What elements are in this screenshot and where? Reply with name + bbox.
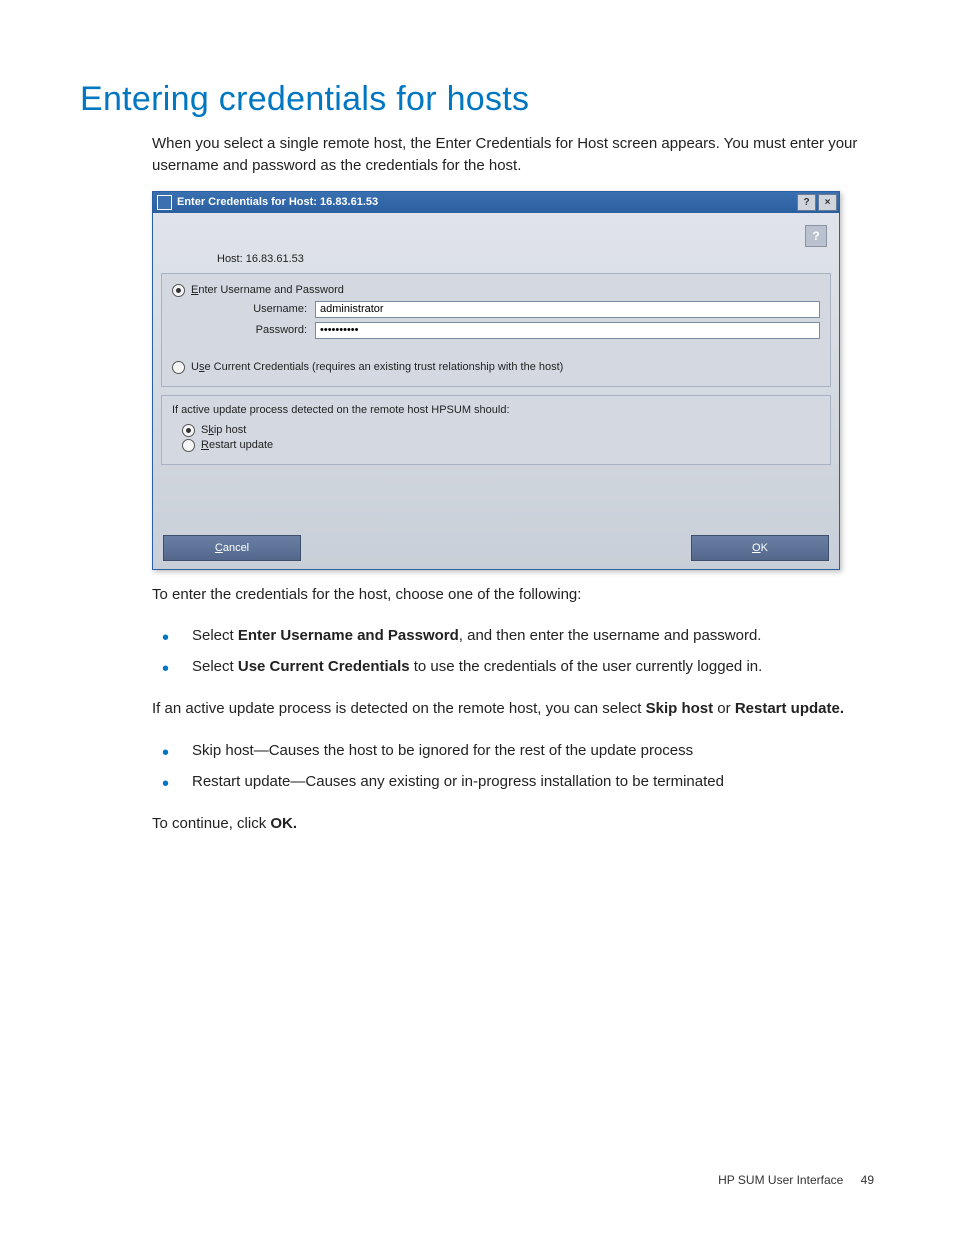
username-label: Username:	[212, 303, 315, 315]
radio-restart-label: Restart update	[201, 439, 273, 451]
active-update-panel: If active update process detected on the…	[161, 395, 831, 465]
intro-paragraph: When you select a single remote host, th…	[152, 133, 874, 177]
cancel-button[interactable]: Cancel	[163, 535, 301, 561]
host-value: 16.83.61.53	[246, 253, 304, 265]
radio-icon	[182, 424, 195, 437]
radio-use-current[interactable]: Use Current Credentials (requires an exi…	[172, 361, 820, 374]
radio-icon	[172, 361, 185, 374]
password-row: Password:	[212, 322, 820, 339]
app-icon	[157, 195, 172, 210]
active-update-note: If active update process detected on the…	[172, 404, 820, 416]
radio-skip-host[interactable]: Skip host	[182, 424, 820, 437]
radio-enter-credentials[interactable]: Enter Username and Password	[172, 284, 820, 297]
list-item: Skip host—Causes the host to be ignored …	[180, 736, 874, 767]
dialog-title: Enter Credentials for Host: 16.83.61.53	[177, 196, 795, 208]
host-label: Host:	[217, 253, 243, 265]
ok-button[interactable]: OK	[691, 535, 829, 561]
username-row: Username:	[212, 301, 820, 318]
page-number: 49	[861, 1173, 874, 1187]
dialog-screenshot: Enter Credentials for Host: 16.83.61.53 …	[152, 191, 874, 570]
footer-text: HP SUM User Interface	[718, 1173, 843, 1187]
dialog-titlebar: Enter Credentials for Host: 16.83.61.53 …	[153, 192, 839, 213]
radio-icon	[172, 284, 185, 297]
page-footer: HP SUM User Interface 49	[718, 1173, 874, 1187]
radio-icon	[182, 439, 195, 452]
radio-skip-label: Skip host	[201, 424, 246, 436]
password-input[interactable]	[315, 322, 820, 339]
radio-current-label: Use Current Credentials (requires an exi…	[191, 361, 563, 373]
password-label: Password:	[212, 324, 315, 336]
list-item: Select Enter Username and Password, and …	[180, 621, 874, 652]
titlebar-close-button[interactable]: ×	[818, 194, 837, 211]
continue-line: To continue, click OK.	[152, 813, 874, 835]
radio-restart-update[interactable]: Restart update	[182, 439, 820, 452]
radio-enter-label: Enter Username and Password	[191, 284, 344, 296]
list-item: Select Use Current Credentials to use th…	[180, 652, 874, 683]
mid-paragraph: If an active update process is detected …	[152, 698, 874, 720]
list-item: Restart update—Causes any existing or in…	[180, 767, 874, 798]
help-icon[interactable]: ?	[805, 225, 827, 247]
credentials-panel: Enter Username and Password Username: Pa…	[161, 273, 831, 387]
post-dialog-text: To enter the credentials for the host, c…	[152, 584, 874, 606]
host-line: Host: 16.83.61.53	[161, 253, 831, 273]
bullet-list-2: Skip host—Causes the host to be ignored …	[152, 736, 874, 797]
bullet-list-1: Select Enter Username and Password, and …	[152, 621, 874, 682]
page-heading: Entering credentials for hosts	[80, 80, 874, 119]
titlebar-help-button[interactable]: ?	[797, 194, 816, 211]
username-input[interactable]	[315, 301, 820, 318]
